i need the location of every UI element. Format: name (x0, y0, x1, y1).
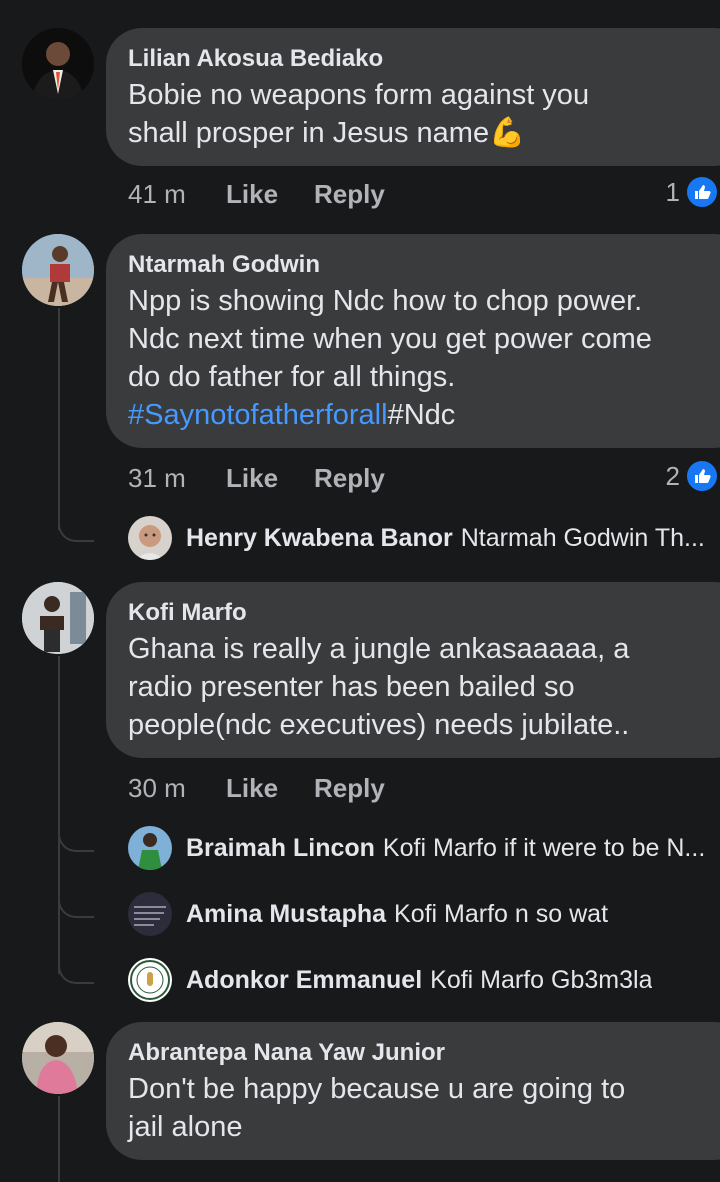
comment-time[interactable]: 30 m (128, 770, 226, 806)
thread-connector (58, 894, 94, 918)
thread-connector (58, 518, 94, 542)
avatar[interactable] (22, 582, 94, 654)
like-button[interactable]: Like (226, 176, 314, 212)
like-button[interactable]: Like (226, 770, 314, 806)
reply-item[interactable]: Amina Mustapha Kofi Marfo n so wat (128, 892, 720, 936)
thread-line (58, 656, 60, 974)
comment-bubble: Abrantepa Nana Yaw Junior Don't be happy… (106, 1022, 720, 1160)
avatar[interactable] (128, 826, 172, 870)
avatar[interactable] (22, 234, 94, 306)
reply-text: Kofi Marfo n so wat (394, 899, 609, 928)
reply-button[interactable]: Reply (314, 460, 385, 496)
avatar[interactable] (128, 892, 172, 936)
comment-bubble: Kofi Marfo Ghana is really a jungle anka… (106, 582, 720, 758)
reply-text: Ntarmah Godwin Th... (460, 523, 705, 552)
reply-item[interactable]: Adonkor Emmanuel Kofi Marfo Gb3m3la (128, 958, 720, 1002)
reply-button[interactable]: Reply (314, 770, 385, 806)
hashtag-link[interactable]: #Saynotofatherforall (128, 399, 388, 431)
avatar[interactable] (22, 28, 94, 100)
reply-author[interactable]: Amina Mustapha (186, 900, 386, 929)
thread-connector (58, 960, 94, 984)
comment-time[interactable]: 31 m (128, 460, 226, 496)
reply-author[interactable]: Adonkor Emmanuel (186, 966, 422, 995)
flexed-biceps-emoji: 💪 (489, 117, 526, 149)
comment-actions: 31 m Like Reply (128, 460, 385, 496)
reaction-count[interactable]: 1 (666, 174, 720, 210)
avatar[interactable] (22, 1022, 94, 1094)
comment-actions: 41 m Like Reply (128, 176, 385, 212)
avatar[interactable] (128, 516, 172, 560)
comment-actions: 30 m Like Reply (128, 770, 385, 806)
reply-author[interactable]: Braimah Lincon (186, 834, 375, 863)
comment-text: Don't be happy because u are going to ja… (128, 1073, 626, 1143)
avatar[interactable] (128, 958, 172, 1002)
comment-author[interactable]: Lilian Akosua Bediako (128, 42, 720, 76)
comment-text: Ghana is really a jungle ankasaaaaa, a r… (128, 633, 630, 741)
comment-bubble: Ntarmah Godwin Npp is showing Ndc how to… (106, 234, 720, 448)
reply-text: Kofi Marfo if it were to be N... (382, 833, 706, 862)
reply-item[interactable]: Braimah Lincon Kofi Marfo if it were to … (128, 826, 720, 870)
like-button[interactable]: Like (226, 460, 314, 496)
comment-time[interactable]: 41 m (128, 176, 226, 212)
thread-line (58, 1096, 60, 1182)
comment-author[interactable]: Ntarmah Godwin (128, 248, 720, 282)
reply-item[interactable]: Henry Kwabena Banor Ntarmah Godwin Th... (128, 516, 720, 560)
comment-author[interactable]: Kofi Marfo (128, 596, 720, 630)
reply-button[interactable]: Reply (314, 176, 385, 212)
reply-text: Kofi Marfo Gb3m3la (430, 965, 653, 994)
like-reaction-icon (684, 458, 720, 494)
like-reaction-icon (684, 174, 720, 210)
comment-author[interactable]: Abrantepa Nana Yaw Junior (128, 1036, 720, 1070)
comment-text: Bobie no weapons form against you shall … (128, 79, 590, 149)
comment-bubble: Lilian Akosua Bediako Bobie no weapons f… (106, 28, 720, 166)
reaction-count[interactable]: 2 (666, 458, 720, 494)
comment-text: Npp is showing Ndc how to chop power. Nd… (128, 285, 652, 431)
thread-line (58, 308, 60, 530)
reply-author[interactable]: Henry Kwabena Banor (186, 524, 453, 553)
thread-connector (58, 828, 94, 852)
